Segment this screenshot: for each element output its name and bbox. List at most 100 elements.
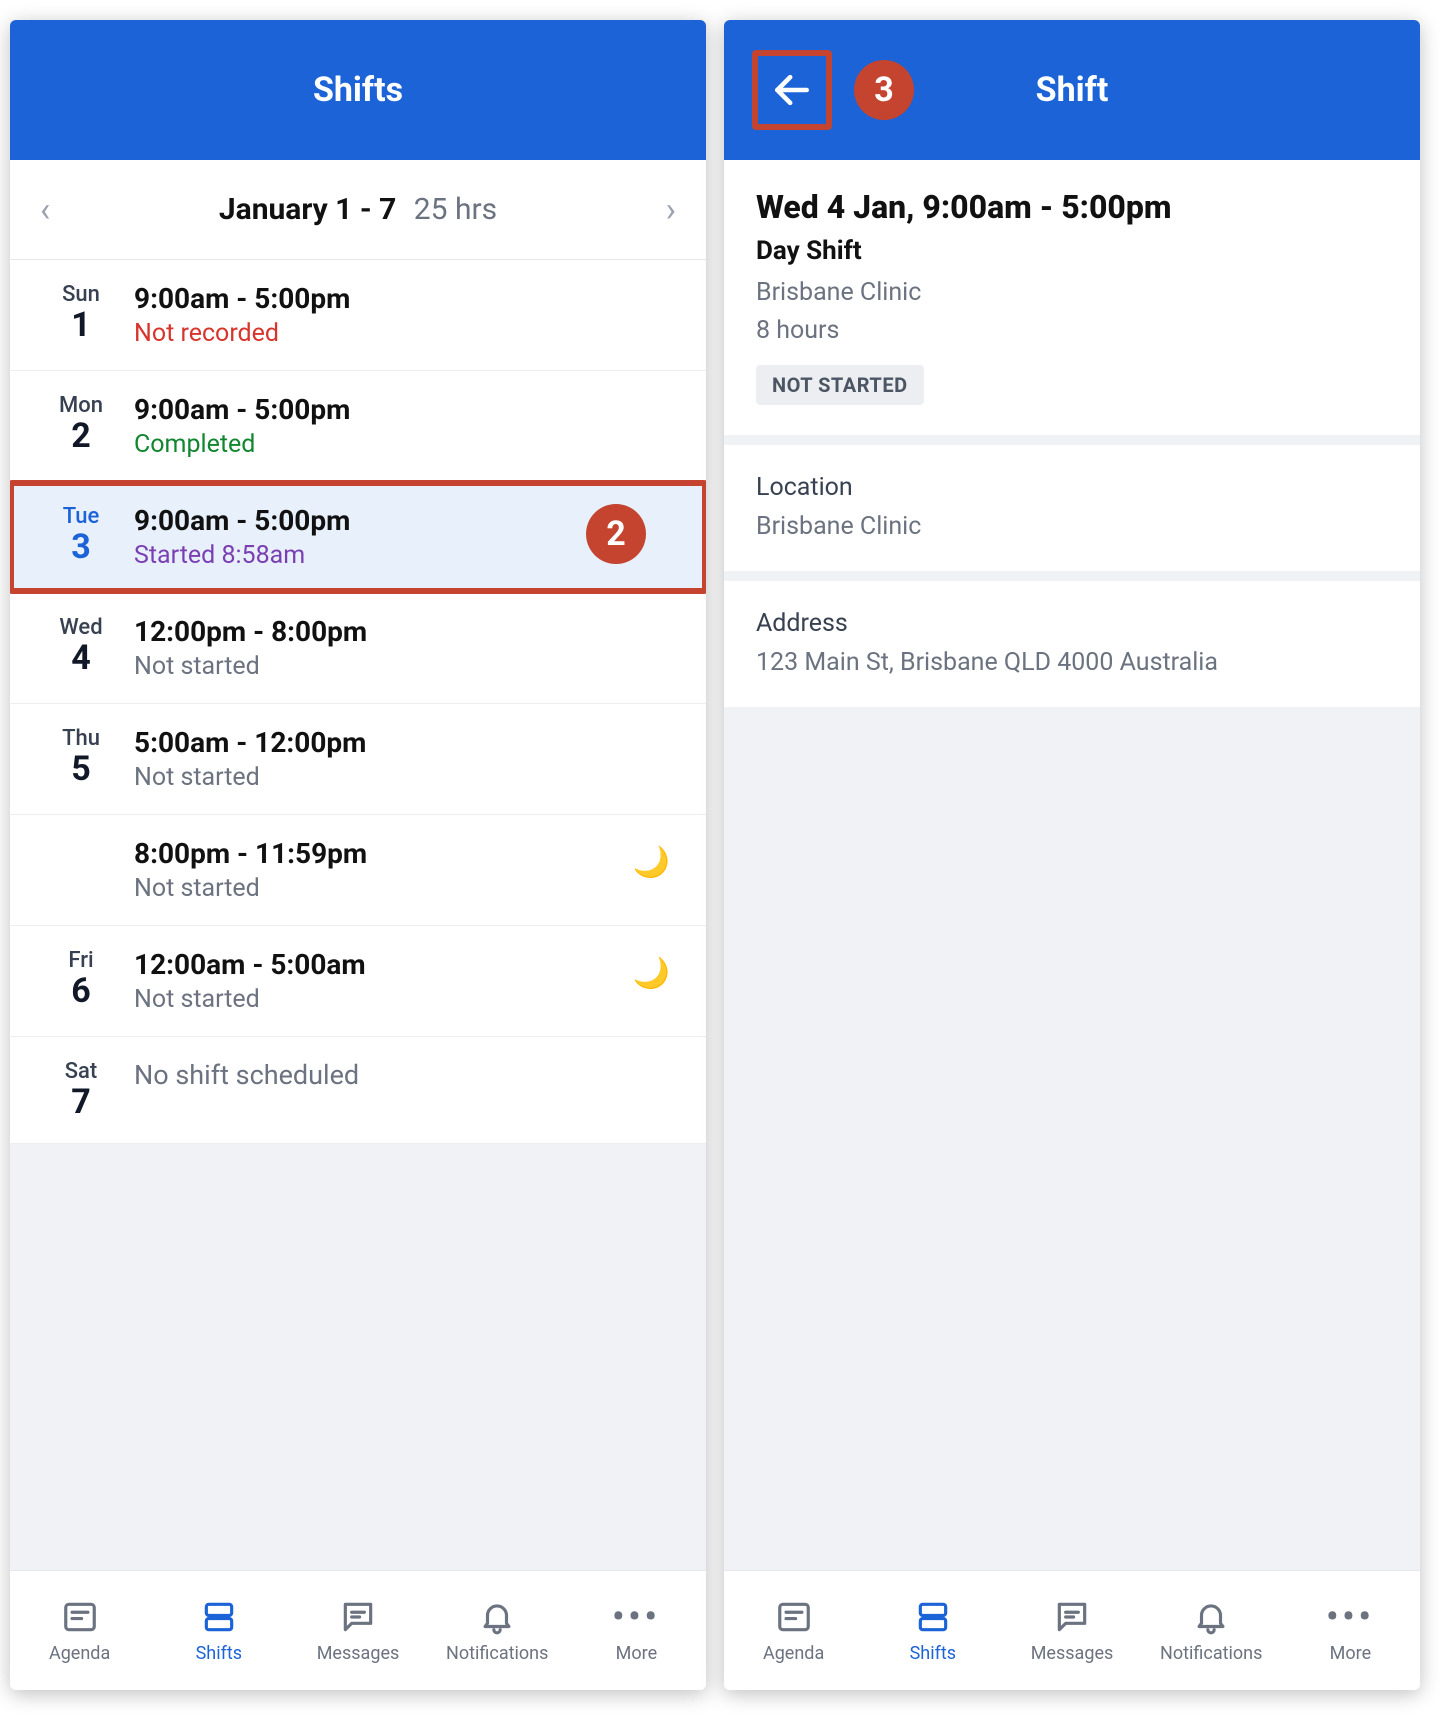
bell-icon: [478, 1597, 516, 1637]
shift-time: 12:00pm - 8:00pm: [134, 615, 676, 648]
nav-more[interactable]: ••• More: [567, 1571, 706, 1690]
nav-agenda[interactable]: Agenda: [10, 1571, 149, 1690]
day-number: 3: [34, 529, 128, 566]
day-of-week: Sat: [34, 1059, 128, 1084]
step-callout-3: 3: [854, 60, 914, 120]
shift-status: Not started: [134, 652, 676, 681]
location-block[interactable]: Location Brisbane Clinic: [724, 445, 1420, 581]
day-number: 1: [34, 307, 128, 344]
day-of-week: Thu: [34, 726, 128, 751]
bell-icon: [1192, 1597, 1230, 1637]
shifts-list-screen: Shifts ‹ January 1 - 7 25 hrs › Sun19:00…: [10, 20, 706, 1690]
nav-label: Notifications: [446, 1643, 548, 1664]
nav-label: Agenda: [49, 1643, 110, 1664]
topbar: Shifts: [10, 20, 706, 160]
shift-time: 12:00am - 5:00am: [134, 948, 676, 981]
shifts-icon: [200, 1597, 238, 1637]
shift-status: Not started: [134, 763, 676, 792]
day-number: 6: [34, 973, 128, 1010]
nav-label: Messages: [1031, 1643, 1114, 1664]
shift-time: 8:00pm - 11:59pm: [134, 837, 676, 870]
section-label: Address: [756, 609, 1388, 638]
day-of-week: Wed: [34, 615, 128, 640]
week-range: January 1 - 7: [219, 192, 396, 227]
day-column: Wed4: [34, 615, 128, 677]
agenda-icon: [61, 1597, 99, 1637]
nav-label: Notifications: [1160, 1643, 1262, 1664]
week-label: January 1 - 7 25 hrs: [80, 192, 636, 227]
content-scroll[interactable]: Wed 4 Jan, 9:00am - 5:00pm Day Shift Bri…: [724, 160, 1420, 1570]
day-of-week: Fri: [34, 948, 128, 973]
day-column: Sun1: [34, 282, 128, 344]
shift-info: 12:00pm - 8:00pm Not started: [128, 615, 676, 681]
shift-info: 12:00am - 5:00am Not started: [128, 948, 676, 1014]
shift-info: 9:00am - 5:00pm Not recorded: [128, 282, 676, 348]
nav-label: More: [1330, 1643, 1371, 1664]
shift-info: 9:00am - 5:00pm Completed: [128, 393, 676, 459]
shift-row[interactable]: Wed412:00pm - 8:00pm Not started: [10, 593, 706, 704]
more-icon: •••: [612, 1597, 661, 1637]
shift-row-secondary[interactable]: 8:00pm - 11:59pmNot started🌙: [10, 815, 706, 926]
shift-duration: 8 hours: [756, 312, 1388, 350]
week-hours: 25 hrs: [414, 192, 497, 227]
shift-info: No shift scheduled: [128, 1059, 676, 1091]
shift-list: Sun19:00am - 5:00pmNot recordedMon29:00a…: [10, 260, 706, 1144]
day-column: Mon2: [34, 393, 128, 455]
nav-notifications[interactable]: Notifications: [428, 1571, 567, 1690]
day-of-week: Tue: [34, 504, 128, 529]
nav-shifts[interactable]: Shifts: [863, 1571, 1002, 1690]
page-title: Shifts: [313, 70, 403, 110]
nav-label: Shifts: [196, 1643, 242, 1664]
page-title: Shift: [1036, 70, 1109, 110]
no-shift-label: No shift scheduled: [134, 1059, 676, 1091]
shift-row[interactable]: Thu55:00am - 12:00pmNot started: [10, 704, 706, 815]
shift-row[interactable]: Sat7No shift scheduled: [10, 1037, 706, 1144]
shift-status: Not started: [134, 985, 676, 1014]
day-number: 2: [34, 418, 128, 455]
step-callout-2: 2: [586, 504, 646, 564]
nav-label: Messages: [317, 1643, 400, 1664]
nav-more[interactable]: •••More: [1281, 1571, 1420, 1690]
section-label: Location: [756, 473, 1388, 502]
shift-row[interactable]: Sun19:00am - 5:00pm Not recorded: [10, 260, 706, 371]
nav-messages[interactable]: Messages: [1002, 1571, 1141, 1690]
shift-name: Day Shift: [756, 236, 1388, 266]
nav-notifications[interactable]: Notifications: [1142, 1571, 1281, 1690]
week-navigator: ‹ January 1 - 7 25 hrs ›: [10, 160, 706, 260]
day-number: 4: [34, 640, 128, 677]
shift-detail-screen: 3 Shift Wed 4 Jan, 9:00am - 5:00pm Day S…: [724, 20, 1420, 1690]
address-block[interactable]: Address 123 Main St, Brisbane QLD 4000 A…: [724, 581, 1420, 717]
next-week-button[interactable]: ›: [636, 190, 676, 230]
nav-agenda[interactable]: Agenda: [724, 1571, 863, 1690]
arrow-left-icon: [770, 68, 814, 112]
shift-row[interactable]: Mon29:00am - 5:00pm Completed: [10, 371, 706, 482]
back-button[interactable]: [752, 50, 832, 130]
content-scroll[interactable]: ‹ January 1 - 7 25 hrs › Sun19:00am - 5:…: [10, 160, 706, 1570]
messages-icon: [339, 1597, 377, 1637]
shift-row[interactable]: Tue39:00am - 5:00pmStarted 8:58am2: [10, 482, 706, 593]
nav-label: More: [616, 1643, 657, 1664]
nav-shifts[interactable]: Shifts: [149, 1571, 288, 1690]
bottom-nav: Agenda Shifts Messages Notifications ••• More: [10, 1570, 706, 1690]
shifts-icon: [914, 1597, 952, 1637]
day-of-week: Sun: [34, 282, 128, 307]
nav-label: Agenda: [763, 1643, 824, 1664]
moon-icon: 🌙: [633, 956, 670, 991]
shift-datetime: Wed 4 Jan, 9:00am - 5:00pm: [756, 188, 1388, 226]
day-column: Fri6: [34, 948, 128, 1010]
prev-week-button[interactable]: ‹: [40, 190, 80, 230]
shift-location-line: Brisbane Clinic: [756, 274, 1388, 312]
nav-label: Shifts: [910, 1643, 956, 1664]
shift-time: 9:00am - 5:00pm: [134, 393, 676, 426]
nav-messages[interactable]: Messages: [288, 1571, 427, 1690]
shift-time: 9:00am - 5:00pm: [134, 282, 676, 315]
shift-status: Not recorded: [134, 319, 676, 348]
day-column: Thu5: [34, 726, 128, 788]
messages-icon: [1053, 1597, 1091, 1637]
day-of-week: Mon: [34, 393, 128, 418]
section-value: 123 Main St, Brisbane QLD 4000 Australia: [756, 648, 1388, 677]
shift-status: Completed: [134, 430, 676, 459]
shift-row[interactable]: Fri612:00am - 5:00am Not started🌙: [10, 926, 706, 1037]
shift-status: Not started: [134, 874, 676, 903]
shift-info: 5:00am - 12:00pmNot started: [128, 726, 676, 792]
